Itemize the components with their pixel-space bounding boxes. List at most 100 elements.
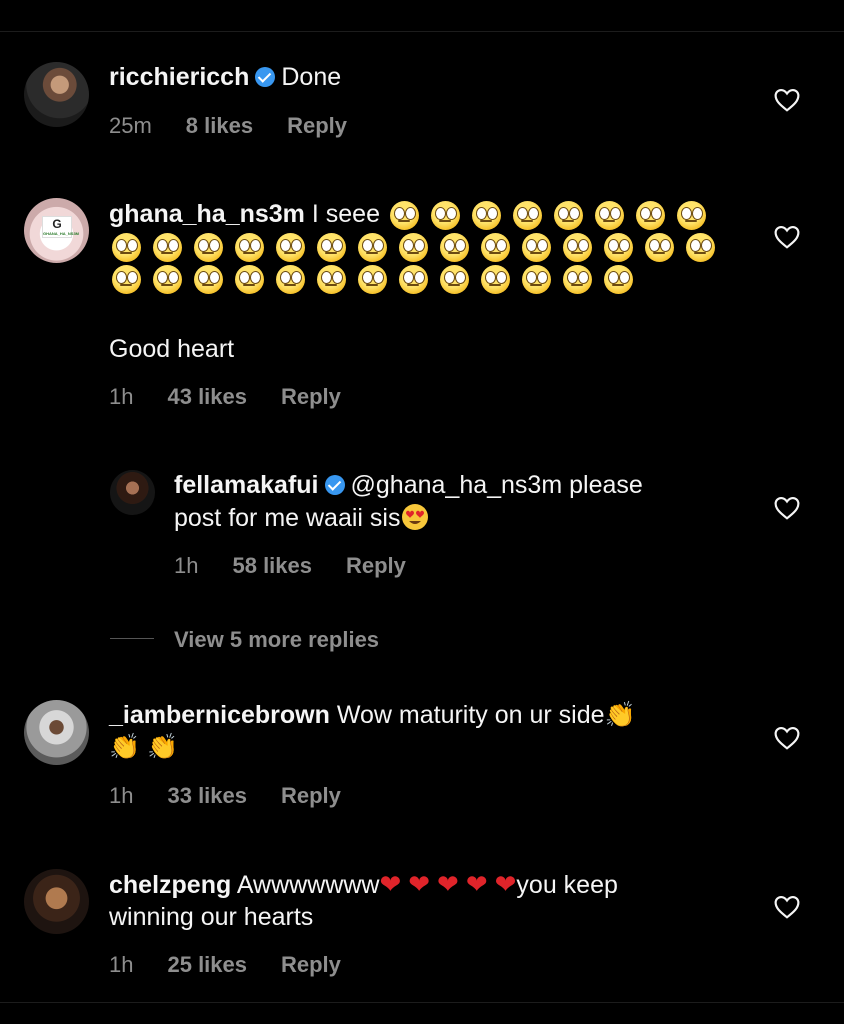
- red-heart-icon: ❤: [379, 869, 402, 899]
- rolling-eyes-emoji-icon: [519, 230, 552, 262]
- comment-text-line2: post for me waaii sis: [174, 502, 430, 534]
- comment-text: you keep: [516, 871, 618, 899]
- verified-badge-icon: [255, 67, 276, 87]
- rolling-eyes-emoji-icon: [437, 262, 470, 294]
- like-heart-icon[interactable]: [774, 726, 800, 750]
- rolling-eyes-emoji-icon: [273, 230, 306, 262]
- comment-body: fellamakafui @ghana_ha_ns3m please: [174, 469, 643, 501]
- timestamp: 1h: [174, 553, 199, 578]
- comment-meta: 1h 25 likes Reply: [109, 952, 375, 978]
- rolling-eyes-emoji-icon: [551, 198, 584, 230]
- comment-text: I seee: [311, 200, 380, 228]
- rolling-eyes-emoji-icon: [396, 230, 429, 262]
- like-heart-icon[interactable]: [774, 88, 800, 112]
- view-more-replies-button[interactable]: View 5 more replies: [174, 627, 379, 653]
- comment-text: Awwwwwww: [236, 871, 380, 899]
- like-heart-icon[interactable]: [774, 496, 800, 520]
- rolling-eyes-emoji-icon: [191, 262, 224, 294]
- rolling-eyes-emoji-icon: [387, 198, 420, 230]
- comment-text-line2: winning our hearts: [109, 903, 314, 931]
- reply-button[interactable]: Reply: [287, 113, 347, 138]
- timestamp: 1h: [109, 952, 134, 977]
- likes-count[interactable]: 58 likes: [232, 553, 312, 578]
- comment-text-line2: Good heart: [109, 335, 235, 363]
- comment-text: @ghana_ha_ns3m please: [350, 471, 643, 499]
- comment-body: chelzpeng Awwwwwww❤ ❤ ❤ ❤ ❤you keep: [109, 868, 769, 901]
- avatar[interactable]: [24, 700, 89, 765]
- comments-page: ricchiericch Done 25m 8 likes Reply G GHANA_…: [0, 0, 844, 1024]
- rolling-eyes-emoji-icon: [428, 198, 461, 230]
- rolling-eyes-emoji-icon: [601, 262, 634, 294]
- avatar[interactable]: [110, 470, 155, 515]
- clapping-hands-icon: 👏: [109, 732, 141, 761]
- rolling-eyes-emoji-icon: [191, 230, 224, 262]
- comment-meta: 1h 33 likes Reply: [109, 783, 375, 809]
- comment-text: post for me waaii sis: [174, 504, 401, 532]
- divider: [0, 1002, 844, 1003]
- avatar[interactable]: G GHANA_HA_NS3M: [24, 198, 89, 263]
- rolling-eyes-emoji-icon: [674, 198, 707, 230]
- rolling-eyes-emoji-icon: [469, 198, 502, 230]
- timestamp: 1h: [109, 384, 134, 409]
- rolling-eyes-emoji-icon: [592, 198, 625, 230]
- ghana-logo-icon: G GHANA_HA_NS3M: [42, 216, 80, 238]
- likes-count[interactable]: 43 likes: [167, 384, 247, 409]
- rolling-eyes-emoji-icon: [314, 262, 347, 294]
- comment-body: ghana_ha_ns3m I seee: [109, 198, 729, 294]
- red-heart-icon: ❤: [408, 869, 431, 899]
- comment-text: Done: [281, 63, 342, 91]
- rolling-eyes-emoji-icon: [519, 262, 552, 294]
- rolling-eyes-emoji-icon: [601, 230, 634, 262]
- rolling-eyes-emoji-icon: [109, 230, 142, 262]
- rolling-eyes-emoji-icon: [232, 230, 265, 262]
- timestamp: 1h: [109, 783, 134, 808]
- red-heart-icon: ❤: [494, 869, 517, 899]
- like-heart-icon[interactable]: [774, 895, 800, 919]
- rolling-eyes-emoji-icon: [355, 262, 388, 294]
- comment-meta: 25m 8 likes Reply: [109, 113, 381, 139]
- reply-button[interactable]: Reply: [281, 952, 341, 977]
- rolling-eyes-emoji-icon: [560, 230, 593, 262]
- avatar[interactable]: [24, 62, 89, 127]
- comment-text: Wow maturity on ur side: [336, 701, 605, 729]
- rolling-eyes-emoji-icon: [560, 262, 593, 294]
- rolling-eyes-emoji-icon: [683, 230, 716, 262]
- username[interactable]: ghana_ha_ns3m: [109, 200, 305, 228]
- rolling-eyes-emoji-icon: [478, 262, 511, 294]
- verified-badge-icon: [324, 475, 345, 495]
- username[interactable]: _iambernicebrown: [109, 701, 330, 729]
- username[interactable]: fellamakafui: [174, 471, 319, 499]
- rolling-eyes-emoji-icon: [642, 230, 675, 262]
- timestamp: 25m: [109, 113, 152, 138]
- rolling-eyes-emoji-icon: [633, 198, 666, 230]
- username[interactable]: chelzpeng: [109, 871, 231, 899]
- likes-count[interactable]: 25 likes: [167, 952, 247, 977]
- likes-count[interactable]: 33 likes: [167, 783, 247, 808]
- divider: [0, 31, 844, 32]
- red-heart-icon: ❤: [437, 869, 459, 899]
- comment-meta: 1h 58 likes Reply: [174, 553, 440, 579]
- comment-body: _iambernicebrown Wow maturity on ur side…: [109, 699, 749, 763]
- reply-button[interactable]: Reply: [281, 384, 341, 409]
- reply-button[interactable]: Reply: [346, 553, 406, 578]
- rolling-eyes-emoji-icon: [510, 198, 543, 230]
- rolling-eyes-emoji-icon: [150, 230, 183, 262]
- rolling-eyes-emoji-icon: [355, 230, 388, 262]
- avatar[interactable]: [24, 869, 89, 934]
- reply-button[interactable]: Reply: [281, 783, 341, 808]
- rolling-eyes-emoji-icon: [437, 230, 470, 262]
- rolling-eyes-emoji-icon: [109, 262, 142, 294]
- view-replies-line: [110, 638, 154, 639]
- rolling-eyes-emoji-icon: [232, 262, 265, 294]
- rolling-eyes-emoji-icon: [396, 262, 429, 294]
- username[interactable]: ricchiericch: [109, 63, 249, 91]
- heart-eyes-emoji-icon: [402, 504, 429, 530]
- comment-meta: 1h 43 likes Reply: [109, 384, 375, 410]
- likes-count[interactable]: 8 likes: [186, 113, 253, 138]
- comment-body: ricchiericch Done: [109, 61, 341, 93]
- like-heart-icon[interactable]: [774, 225, 800, 249]
- rolling-eyes-emoji-icon: [314, 230, 347, 262]
- rolling-eyes-emoji-icon: [150, 262, 183, 294]
- clapping-hands-icon: 👏: [604, 700, 636, 729]
- red-heart-icon: ❤: [465, 869, 488, 899]
